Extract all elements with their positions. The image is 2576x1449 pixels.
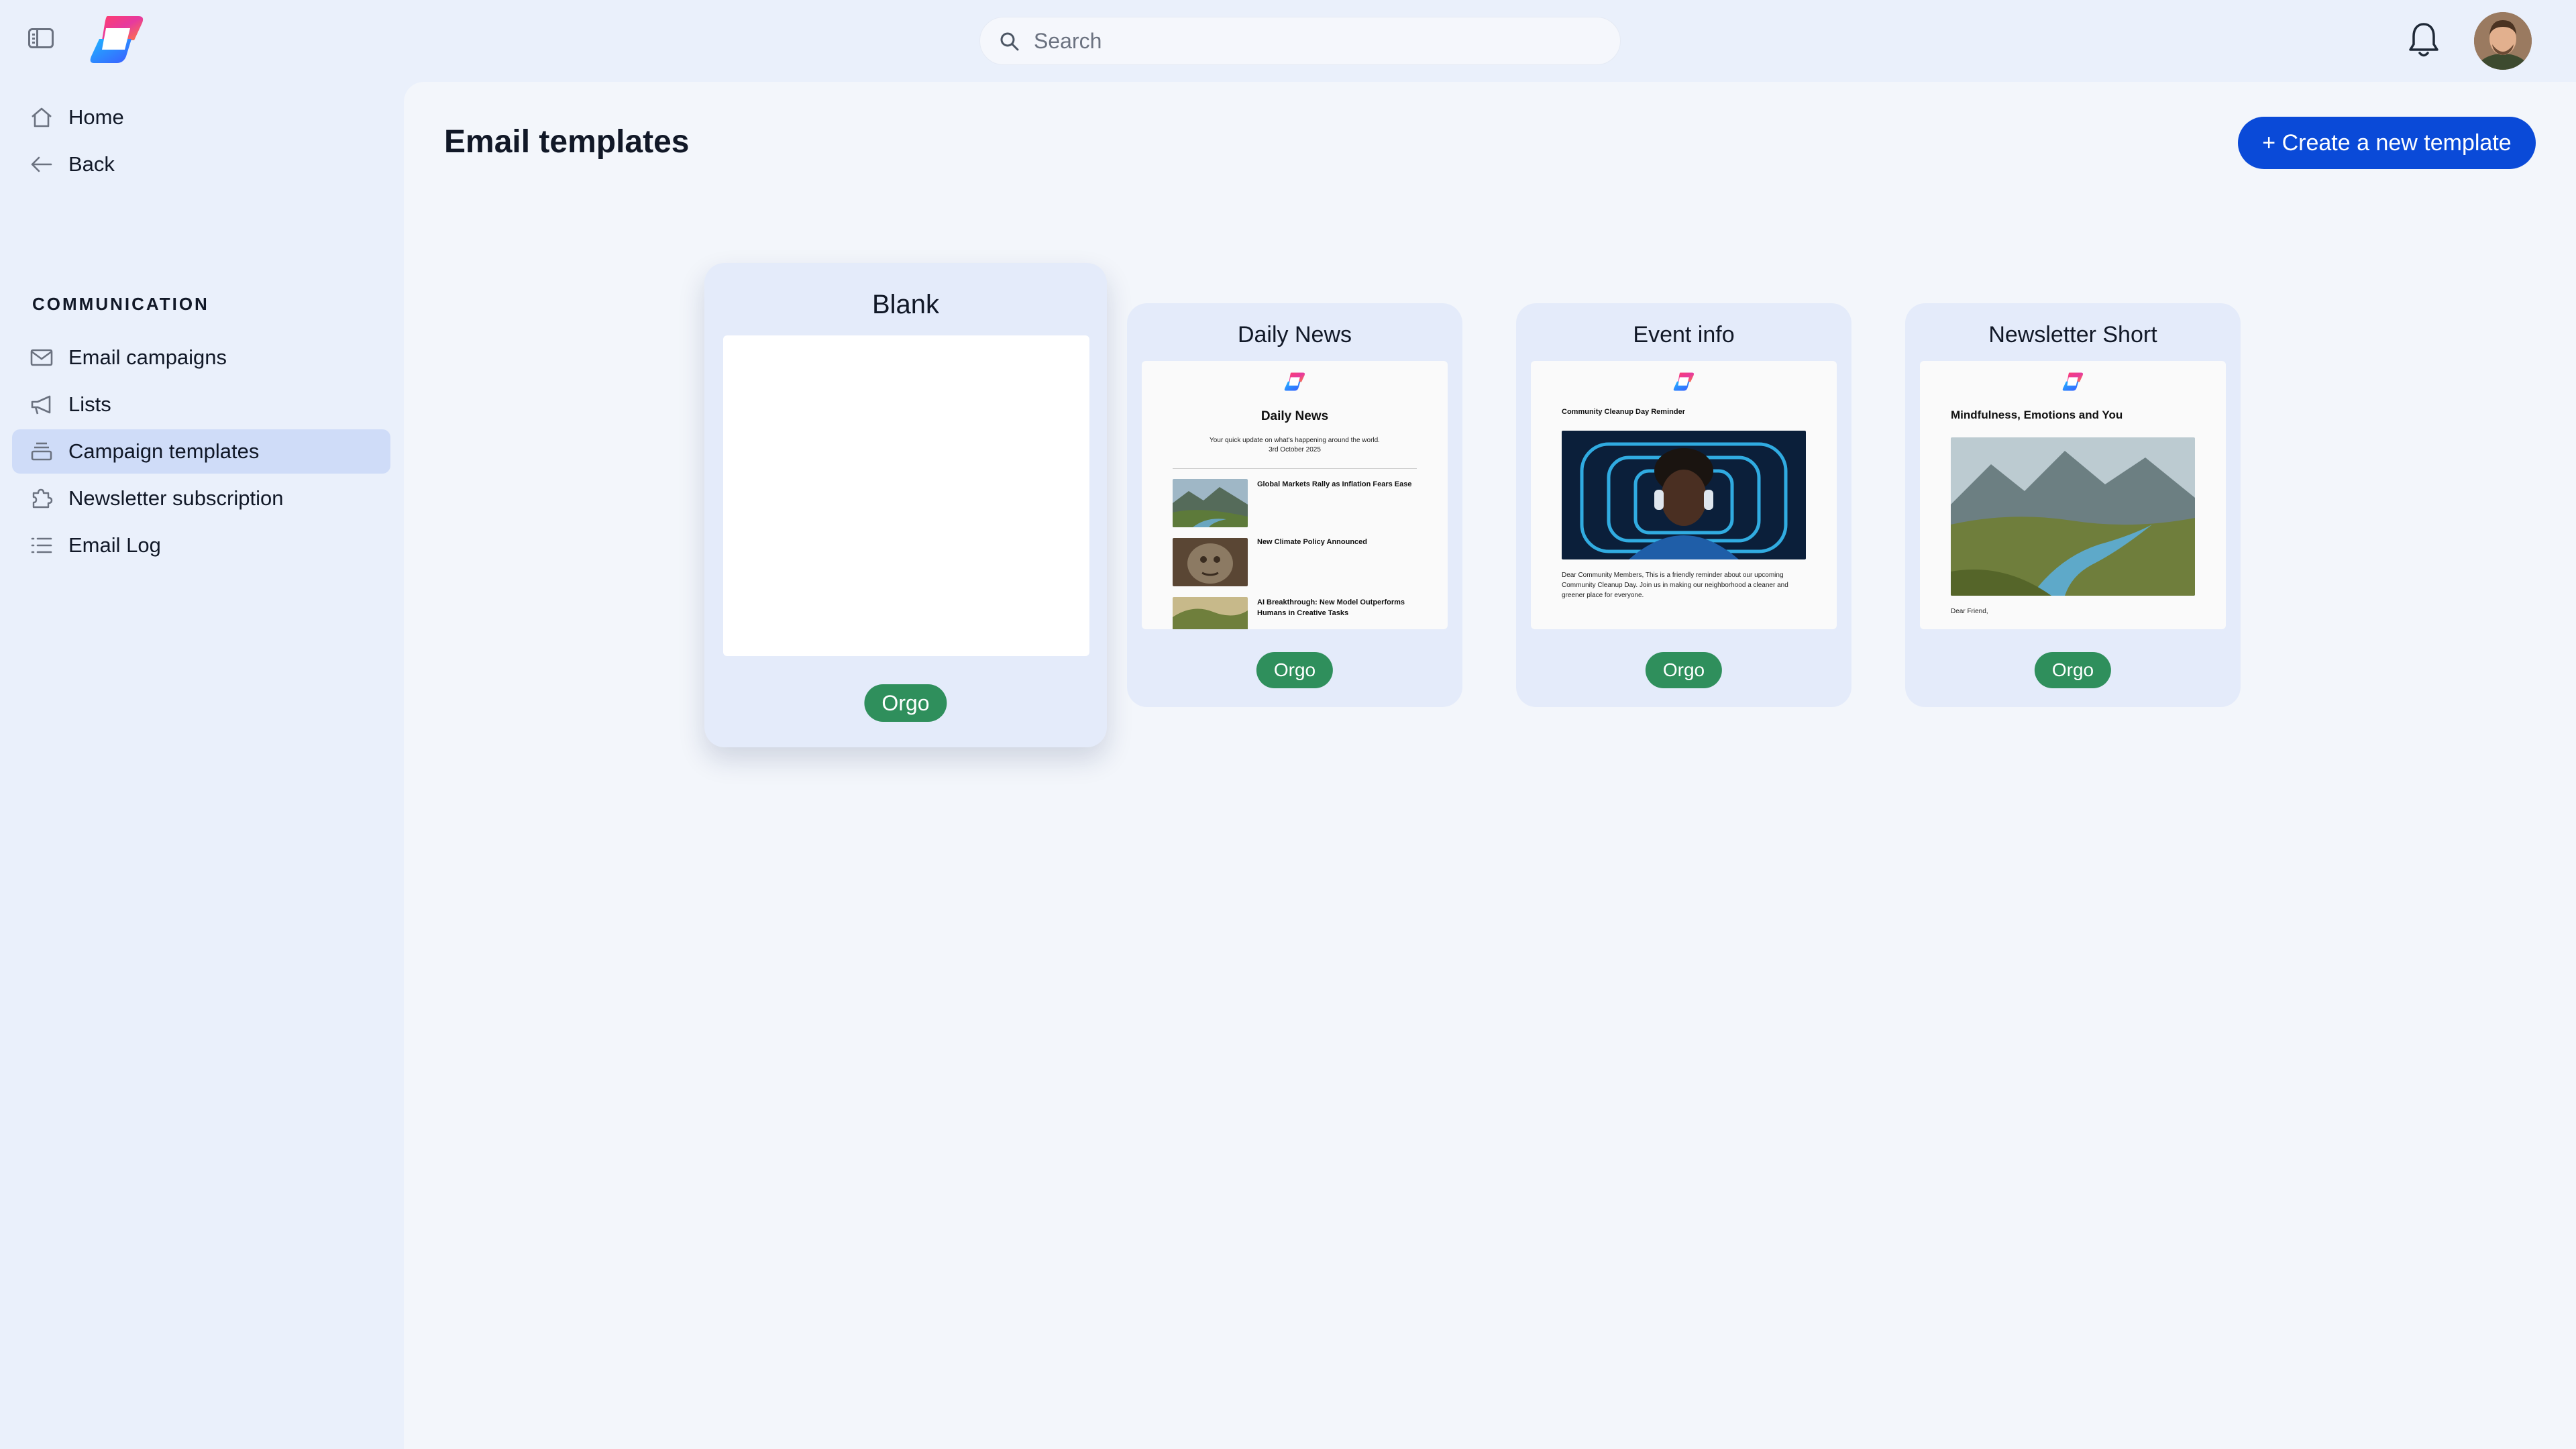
- search-bar[interactable]: [979, 17, 1621, 65]
- preview-title: Mindfulness, Emotions and You: [1951, 409, 2123, 421]
- stack-icon: [31, 442, 52, 461]
- news-headline-3: AI Breakthrough: New Model Outperforms H…: [1257, 598, 1405, 617]
- template-card-title: Event info: [1633, 322, 1735, 347]
- sidebar-item-campaign-templates[interactable]: Campaign templates: [12, 429, 390, 474]
- sidebar-item-back[interactable]: Back: [12, 142, 390, 186]
- template-card-newsletter-short[interactable]: Newsletter Short Mindfulness, Emotions a…: [1905, 303, 2241, 707]
- section-title: COMMUNICATION: [32, 294, 209, 314]
- template-card-blank[interactable]: Blank Orgo: [704, 263, 1107, 747]
- sidebar-item-label: Campaign templates: [68, 439, 260, 463]
- sidebar-item-label: Email Log: [68, 533, 161, 557]
- logo: [1673, 372, 1695, 391]
- landscape-image: [1951, 437, 2195, 596]
- logo[interactable]: [87, 12, 146, 67]
- sidebar-item-email-campaigns[interactable]: Email campaigns: [12, 335, 390, 380]
- divider: [1173, 468, 1417, 469]
- preview-title: Community Cleanup Day Reminder: [1562, 408, 1685, 416]
- search-input[interactable]: [1034, 17, 1597, 64]
- news-image-1: [1173, 479, 1248, 527]
- avatar[interactable]: [2474, 12, 2532, 70]
- template-card-title: Blank: [871, 290, 940, 319]
- owner-badge: Orgo: [1256, 652, 1334, 688]
- home-icon: [32, 107, 52, 127]
- template-card-title: Newsletter Short: [1988, 322, 2157, 347]
- bell-icon[interactable]: [2407, 20, 2440, 59]
- mail-icon: [30, 349, 53, 366]
- page-title: Email templates: [444, 124, 690, 160]
- preview-date: 3rd October 2025: [1269, 446, 1321, 453]
- search-icon: [1000, 32, 1019, 51]
- sidebar-item-newsletter-subscription[interactable]: Newsletter subscription: [12, 476, 390, 521]
- arrow-left-icon: [31, 156, 52, 172]
- template-preview-newsletter-short: Mindfulness, Emotions and You Dear Frien…: [1920, 361, 2226, 629]
- news-headline-2: New Climate Policy Announced: [1257, 538, 1368, 546]
- template-card-event-info[interactable]: Event info Community Cleanup Day Reminde…: [1516, 303, 1851, 707]
- sidebar-toggle-icon[interactable]: [28, 28, 54, 48]
- main-content: Email templates + Create a new template …: [404, 82, 2576, 1449]
- template-preview-event-info: Community Cleanup Day Reminder Dear Comm…: [1531, 361, 1837, 629]
- sidebar-item-lists[interactable]: Lists: [12, 382, 390, 427]
- news-headline-1: Global Markets Rally as Inflation Fears …: [1257, 480, 1412, 488]
- owner-badge: Orgo: [864, 684, 947, 722]
- sidebar-item-email-log[interactable]: Email Log: [12, 523, 390, 568]
- owner-badge: Orgo: [1645, 652, 1723, 688]
- news-image-3: [1173, 597, 1248, 629]
- preview-body: Dear Community Members, This is a friend…: [1562, 572, 1788, 599]
- event-image: [1562, 431, 1806, 559]
- template-card-title: Daily News: [1237, 322, 1352, 347]
- sidebar-item-label: Back: [68, 152, 115, 176]
- owner-badge: Orgo: [2034, 652, 2112, 688]
- sidebar-item-label: Newsletter subscription: [68, 486, 284, 510]
- sidebar-item-label: Lists: [68, 392, 111, 416]
- list-icon: [31, 537, 52, 553]
- logo: [2062, 372, 2084, 391]
- preview-subtitle: Your quick update on what's happening ar…: [1210, 437, 1380, 444]
- sidebar: Home Back COMMUNICATION Email campaigns …: [0, 80, 402, 1449]
- preview-title: Daily News: [1260, 409, 1329, 423]
- news-image-2: [1173, 538, 1248, 586]
- logo: [1284, 372, 1305, 391]
- sidebar-item-home[interactable]: Home: [12, 95, 390, 140]
- sidebar-item-label: Home: [68, 105, 124, 129]
- sidebar-item-label: Email campaigns: [68, 345, 227, 369]
- template-card-daily-news[interactable]: Daily News Daily News Your quick update …: [1127, 303, 1462, 707]
- puzzle-icon: [32, 488, 53, 508]
- template-preview-blank: [723, 335, 1089, 656]
- top-bar: [0, 0, 2576, 80]
- create-template-button[interactable]: + Create a new template: [2238, 117, 2536, 169]
- megaphone-icon: [31, 395, 51, 415]
- preview-greeting: Dear Friend,: [1951, 608, 1988, 615]
- template-preview-daily-news: Daily News Your quick update on what's h…: [1142, 361, 1448, 629]
